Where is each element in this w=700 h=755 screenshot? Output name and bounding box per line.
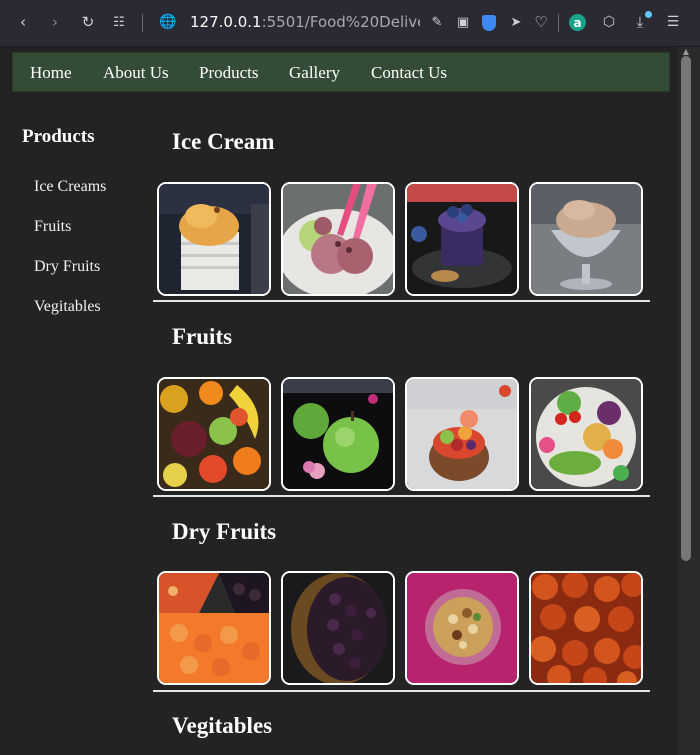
section-title-ice-cream: Ice Cream bbox=[172, 129, 275, 154]
sidebar-item-fruits[interactable]: Fruits bbox=[34, 218, 71, 236]
edit-icon[interactable]: ✎ bbox=[426, 11, 448, 33]
fruits-image-2[interactable] bbox=[281, 377, 395, 491]
section-title-fruits: Fruits bbox=[172, 324, 233, 349]
extension-a-icon[interactable]: a bbox=[569, 14, 586, 31]
tab-grid-icon[interactable]: ☷ bbox=[108, 11, 130, 33]
camera-icon[interactable]: ▣ bbox=[452, 11, 474, 33]
top-navbar: Home About Us Products Gallery Contact U… bbox=[12, 52, 670, 92]
reload-icon[interactable]: ↻ bbox=[77, 11, 99, 33]
nav-home[interactable]: Home bbox=[30, 63, 72, 83]
back-icon[interactable]: ‹ bbox=[12, 11, 34, 33]
nav-about-us[interactable]: About Us bbox=[103, 63, 169, 83]
ice-cream-image-4[interactable] bbox=[529, 182, 643, 296]
scrollbar-thumb[interactable] bbox=[681, 56, 691, 561]
section-divider bbox=[153, 300, 650, 302]
fruits-image-4[interactable] bbox=[529, 377, 643, 491]
ice-cream-image-2[interactable] bbox=[281, 182, 395, 296]
url-path: :5501/Food%20Delivery/ho bbox=[261, 13, 420, 31]
sidebar-item-vegitables[interactable]: Vegitables bbox=[34, 298, 101, 316]
url-host: 127.0.0.1 bbox=[190, 13, 262, 31]
menu-icon[interactable]: ☰ bbox=[662, 11, 684, 33]
sidebar-item-dry-fruits[interactable]: Dry Fruits bbox=[34, 258, 100, 276]
ice-cream-image-3[interactable] bbox=[405, 182, 519, 296]
dry-fruits-image-4[interactable] bbox=[529, 571, 643, 685]
ice-cream-image-1[interactable] bbox=[157, 182, 271, 296]
sidebar-title: Products bbox=[22, 126, 95, 147]
sidebar-item-ice-creams[interactable]: Ice Creams bbox=[34, 178, 106, 196]
heart-icon[interactable]: ♡ bbox=[530, 11, 552, 33]
section-title-vegitables: Vegitables bbox=[172, 713, 273, 738]
forward-icon[interactable]: › bbox=[44, 11, 66, 33]
dry-fruits-image-2[interactable] bbox=[281, 571, 395, 685]
toolbar-separator bbox=[558, 14, 559, 32]
shield-icon[interactable] bbox=[482, 15, 496, 31]
cube-icon[interactable]: ⬡ bbox=[598, 11, 620, 33]
section-divider bbox=[153, 690, 650, 692]
address-bar[interactable]: 127.0.0.1:5501/Food%20Delivery/ho bbox=[190, 13, 420, 33]
toolbar-separator bbox=[142, 14, 143, 32]
fruits-image-3[interactable] bbox=[405, 377, 519, 491]
nav-contact-us[interactable]: Contact Us bbox=[371, 63, 447, 83]
section-title-dry-fruits: Dry Fruits bbox=[172, 519, 277, 544]
site-info-icon[interactable]: 🌐 bbox=[157, 11, 179, 33]
scroll-up-icon[interactable]: ▲ bbox=[681, 47, 691, 56]
nav-gallery[interactable]: Gallery bbox=[289, 63, 340, 83]
dry-fruits-image-3[interactable] bbox=[405, 571, 519, 685]
dry-fruits-image-1[interactable] bbox=[157, 571, 271, 685]
download-badge bbox=[645, 11, 652, 18]
nav-products[interactable]: Products bbox=[199, 63, 259, 83]
fruits-image-1[interactable] bbox=[157, 377, 271, 491]
browser-toolbar: ‹ › ↻ ☷ 🌐 127.0.0.1:5501/Food%20Delivery… bbox=[0, 0, 700, 47]
send-icon[interactable]: ➤ bbox=[505, 11, 527, 33]
section-divider bbox=[153, 495, 650, 497]
